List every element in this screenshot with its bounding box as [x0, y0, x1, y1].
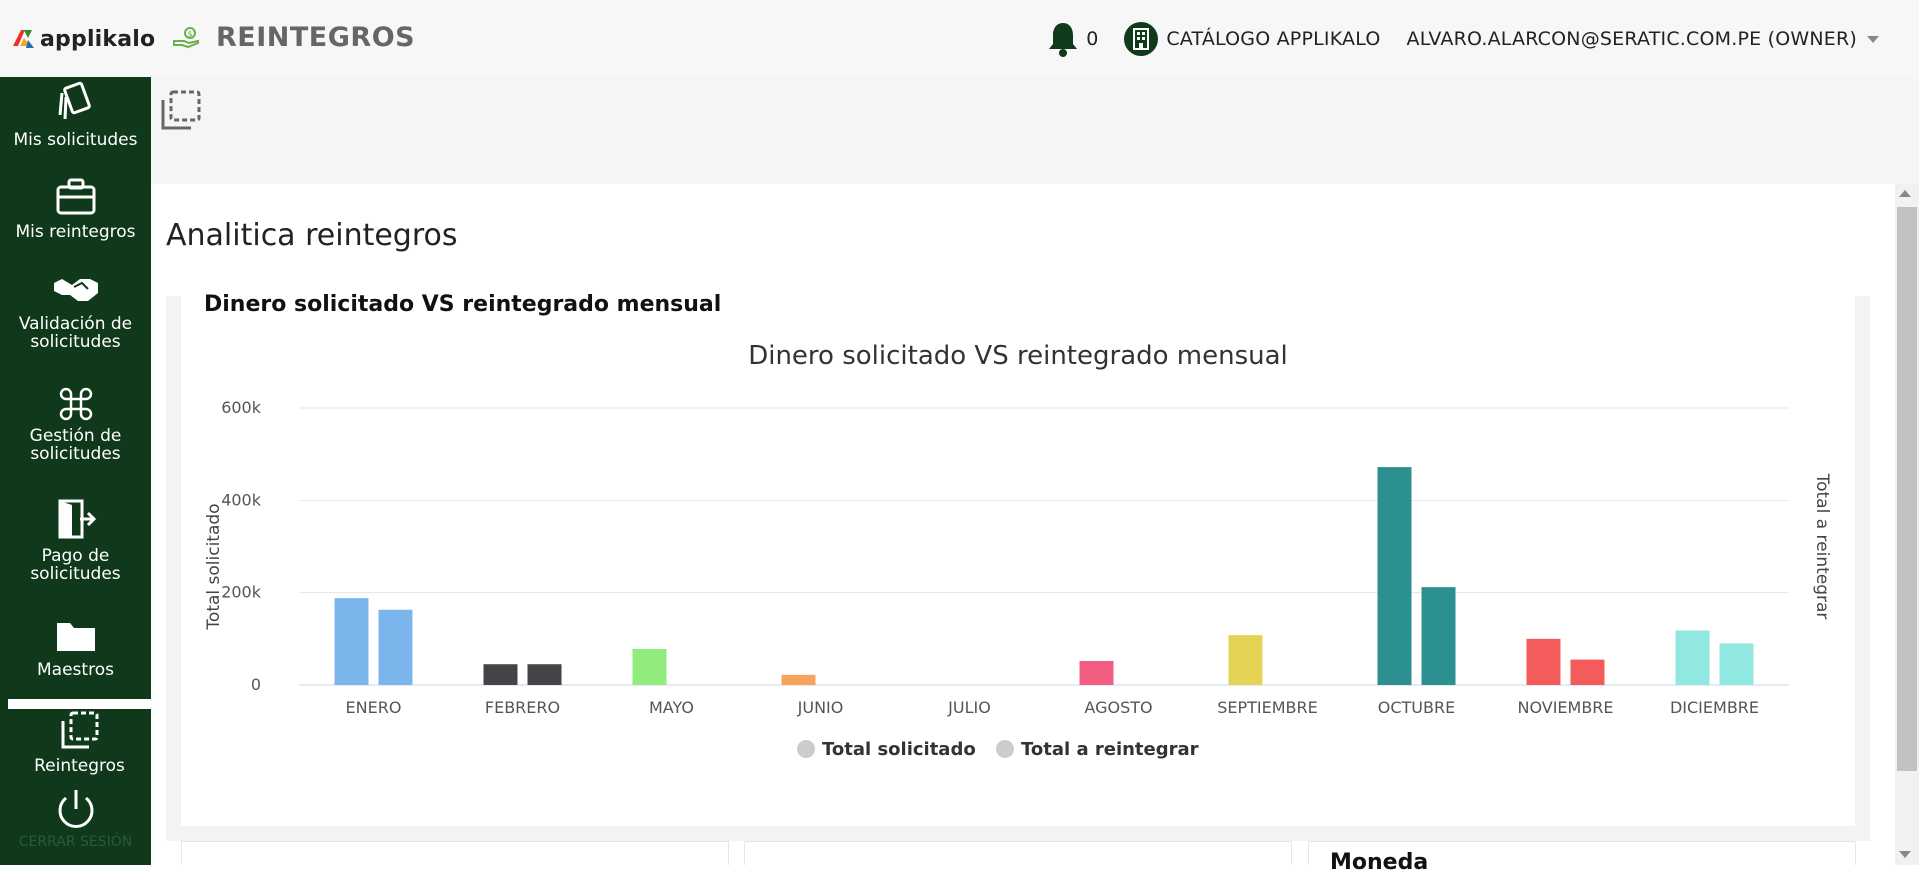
card-divider [166, 826, 1870, 841]
bar-reintegrar [1421, 587, 1456, 685]
monthly-bar-chart: Dinero solicitado VS reintegrado mensual… [204, 341, 1832, 760]
sidebar-item-mis-reintegros[interactable]: Mis reintegros [0, 177, 151, 241]
bar-solicitado [1675, 630, 1710, 685]
y-tick-label: 400k [221, 490, 262, 509]
briefcase-icon [56, 178, 95, 215]
page-title: Analitica reintegros [166, 218, 458, 253]
sidebar-item-validacion[interactable]: Validación de solicitudes [0, 273, 151, 351]
chevron-down-icon[interactable] [1867, 35, 1879, 43]
legend-item: Total a reintegrar [1021, 739, 1199, 760]
sidebar-item-gestion[interactable]: Gestión de solicitudes [0, 387, 151, 463]
logout-label: CERRAR SESIÓN [18, 834, 133, 850]
bar-solicitado [1228, 635, 1263, 685]
module-heading: $ REINTEGROS [172, 22, 415, 53]
x-tick-label: MAYO [649, 698, 694, 717]
top-header: applikalo $ REINTEGROS 0 CATÁLOGO APPLIK… [0, 0, 1919, 77]
bar-solicitado [1526, 638, 1561, 685]
logo-text: applikalo [40, 26, 156, 52]
bar-reintegrar [1719, 643, 1754, 685]
sidebar-item-label: Mis reintegros [15, 222, 136, 242]
header-actions: 0 CATÁLOGO APPLIKALO ALVARO.ALARCON@SERA… [1046, 20, 1879, 58]
catalog-link[interactable]: CATÁLOGO APPLIKALO [1166, 28, 1380, 50]
folder-icon [56, 623, 95, 651]
x-tick-label: NOVIEMBRE [1517, 698, 1613, 717]
x-tick-label: DICIEMBRE [1670, 698, 1759, 717]
sidebar: Mis solicitudes Mis reintegros Validació… [0, 77, 151, 865]
handshake-icon [53, 279, 98, 301]
bar-solicitado [334, 598, 369, 685]
bar-solicitado [1377, 467, 1412, 685]
sidebar-item-label: Gestión de solicitudes [29, 426, 122, 464]
bottom-card-2 [744, 841, 1292, 865]
sidebar-item-pago[interactable]: Pago de solicitudes [0, 497, 151, 583]
bar-solicitado [632, 648, 667, 685]
card-title: Dinero solicitado VS reintegrado mensual [204, 292, 722, 317]
svg-text:$: $ [188, 29, 193, 38]
sidebar-item-label: Mis solicitudes [13, 130, 138, 150]
cards-icon [58, 81, 91, 120]
copy-dashed-icon [161, 90, 201, 130]
x-tick-label: ENERO [346, 698, 402, 717]
chart-title: Dinero solicitado VS reintegrado mensual [748, 341, 1288, 371]
money-hand-icon: $ [173, 26, 199, 48]
exit-door-icon [58, 499, 96, 539]
y-tick-label: 200k [221, 583, 262, 602]
sidebar-item-label: Maestros [37, 660, 114, 680]
content-toolbar [151, 77, 1919, 184]
y-tick-label: 600k [221, 398, 262, 417]
bell-icon[interactable] [1046, 20, 1080, 58]
scroll-up-icon[interactable] [1899, 190, 1911, 197]
sidebar-item-label: Pago de solicitudes [30, 546, 121, 584]
x-tick-label: JULIO [947, 698, 991, 717]
notification-count[interactable]: 0 [1086, 28, 1098, 50]
user-menu[interactable]: ALVARO.ALARCON@SERATIC.COM.PE (OWNER) [1407, 28, 1858, 50]
logout-button[interactable]: CERRAR SESIÓN [0, 787, 151, 851]
sidebar-item-mis-solicitudes[interactable]: Mis solicitudes [0, 81, 151, 149]
sidebar-item-reintegros[interactable]: Reintegros [8, 709, 151, 797]
scrollbar-thumb[interactable] [1897, 207, 1917, 771]
scroll-down-icon[interactable] [1899, 851, 1911, 858]
copy-dashed-icon [61, 711, 98, 749]
power-icon [58, 790, 93, 828]
building-icon[interactable] [1124, 22, 1159, 56]
legend-marker [996, 740, 1014, 758]
module-title: REINTEGROS [216, 22, 416, 53]
bar-solicitado [483, 664, 518, 685]
bottom-card-title: Moneda [1330, 850, 1429, 875]
app-logo[interactable]: applikalo [10, 24, 155, 54]
x-tick-label: SEPTIEMBRE [1217, 698, 1318, 717]
y-axis-title: Total solicitado [204, 503, 224, 630]
bar-solicitado [781, 674, 816, 685]
x-tick-label: AGOSTO [1084, 698, 1152, 717]
command-icon [59, 387, 92, 421]
applikalo-logo-icon [13, 30, 34, 48]
x-tick-label: JUNIO [797, 698, 844, 717]
sidebar-item-label: Validación de solicitudes [18, 314, 133, 352]
sidebar-item-maestros[interactable]: Maestros [0, 617, 151, 679]
x-tick-label: OCTUBRE [1378, 698, 1455, 717]
bar-solicitado [1079, 660, 1114, 685]
legend-item: Total solicitado [822, 739, 976, 760]
sidebar-item-label: Reintegros [34, 756, 125, 776]
legend-marker [797, 740, 815, 758]
bottom-card-1 [181, 841, 729, 865]
bar-reintegrar [1570, 659, 1605, 685]
x-tick-label: FEBRERO [485, 698, 560, 717]
bar-reintegrar [378, 609, 413, 685]
y-tick-label: 0 [251, 675, 261, 694]
y2-axis-title: Total a reintegrar [1812, 473, 1832, 620]
bar-reintegrar [527, 664, 562, 685]
